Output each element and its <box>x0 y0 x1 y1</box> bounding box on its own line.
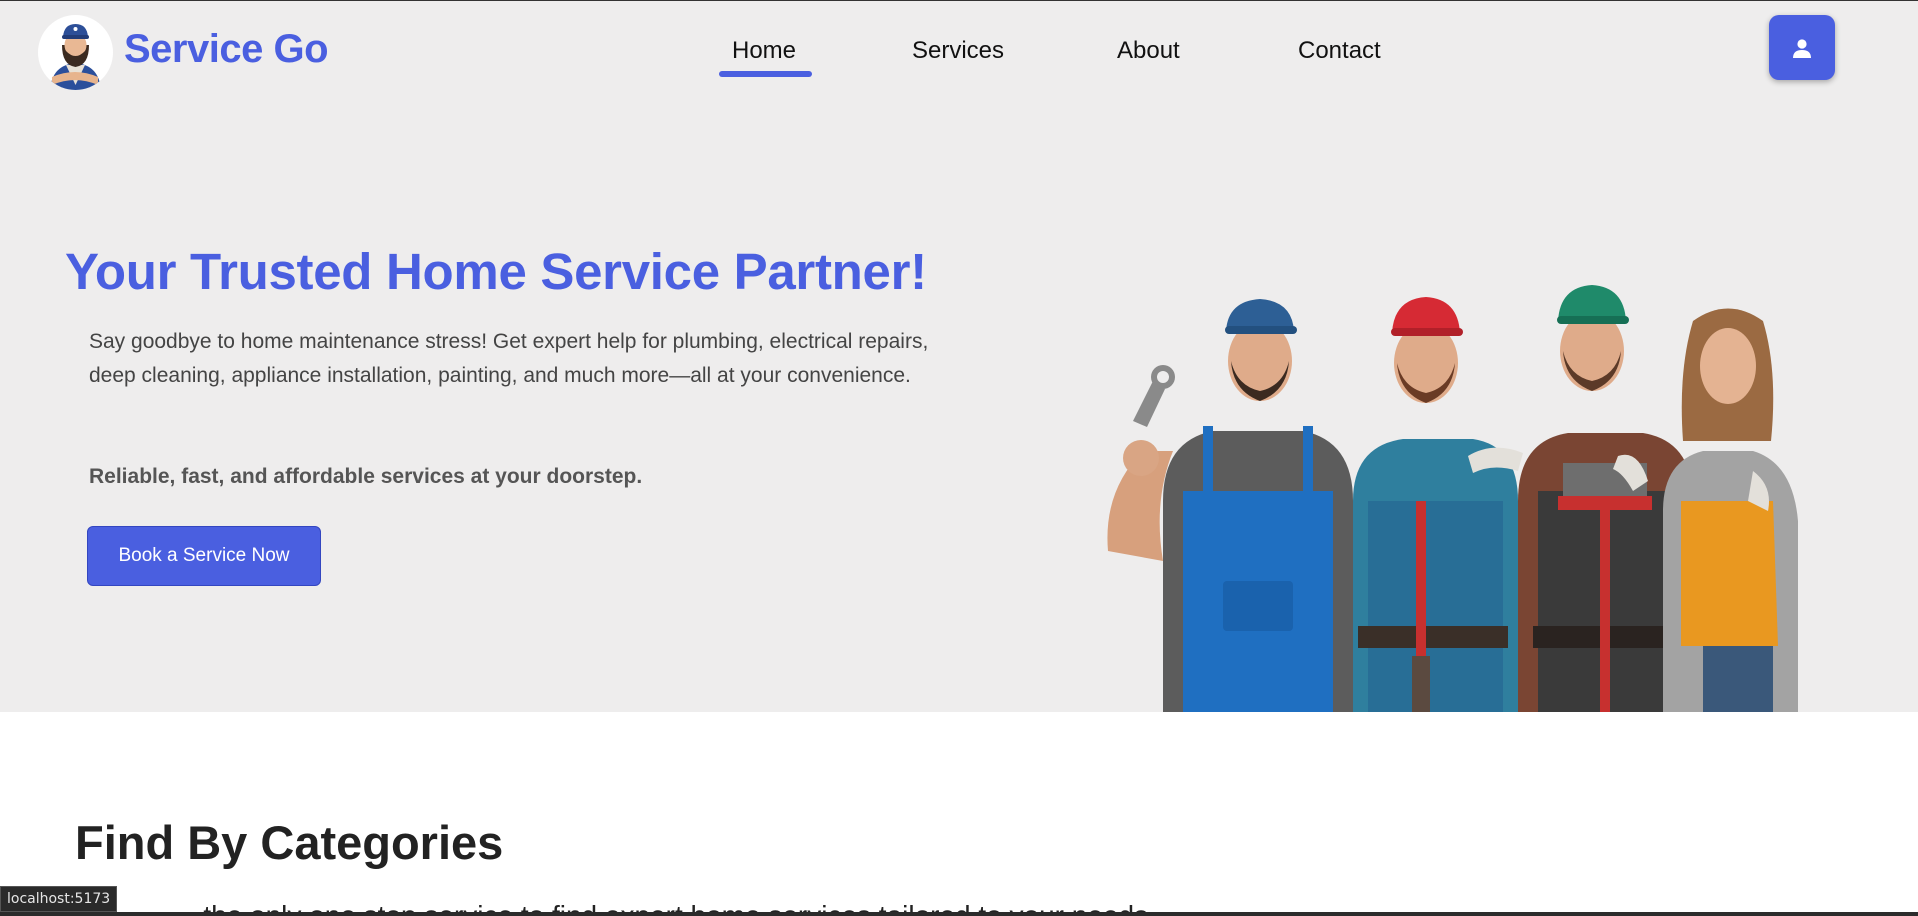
service-workers-image <box>1063 201 1803 728</box>
browser-status-url: localhost:5173 <box>0 886 118 912</box>
hero-title: Your Trusted Home Service Partner! <box>65 243 927 300</box>
brand-name[interactable]: Service Go <box>124 27 329 72</box>
categories-section: Find By Categories ...the only one stop … <box>0 712 1918 916</box>
hero-section: Your Trusted Home Service Partner! Say g… <box>0 101 1918 728</box>
categories-title: Find By Categories <box>75 816 504 869</box>
window-bottom-border <box>0 912 1918 916</box>
profile-button[interactable] <box>1769 15 1835 80</box>
nav-services-link[interactable]: Services <box>912 37 1004 65</box>
logo-handyman-image[interactable] <box>38 15 113 90</box>
nav-contact-link[interactable]: Contact <box>1298 37 1381 65</box>
nav-about-link[interactable]: About <box>1117 37 1180 65</box>
hero-description: Say goodbye to home maintenance stress! … <box>89 330 929 387</box>
hero-tagline: Reliable, fast, and affordable services … <box>89 465 643 488</box>
active-nav-indicator <box>719 71 812 77</box>
nav-home-link[interactable]: Home <box>732 37 796 65</box>
navbar: Service Go Home Services About Contact <box>0 1 1918 101</box>
book-service-button[interactable]: Book a Service Now <box>87 526 321 586</box>
user-icon <box>1793 38 1811 58</box>
